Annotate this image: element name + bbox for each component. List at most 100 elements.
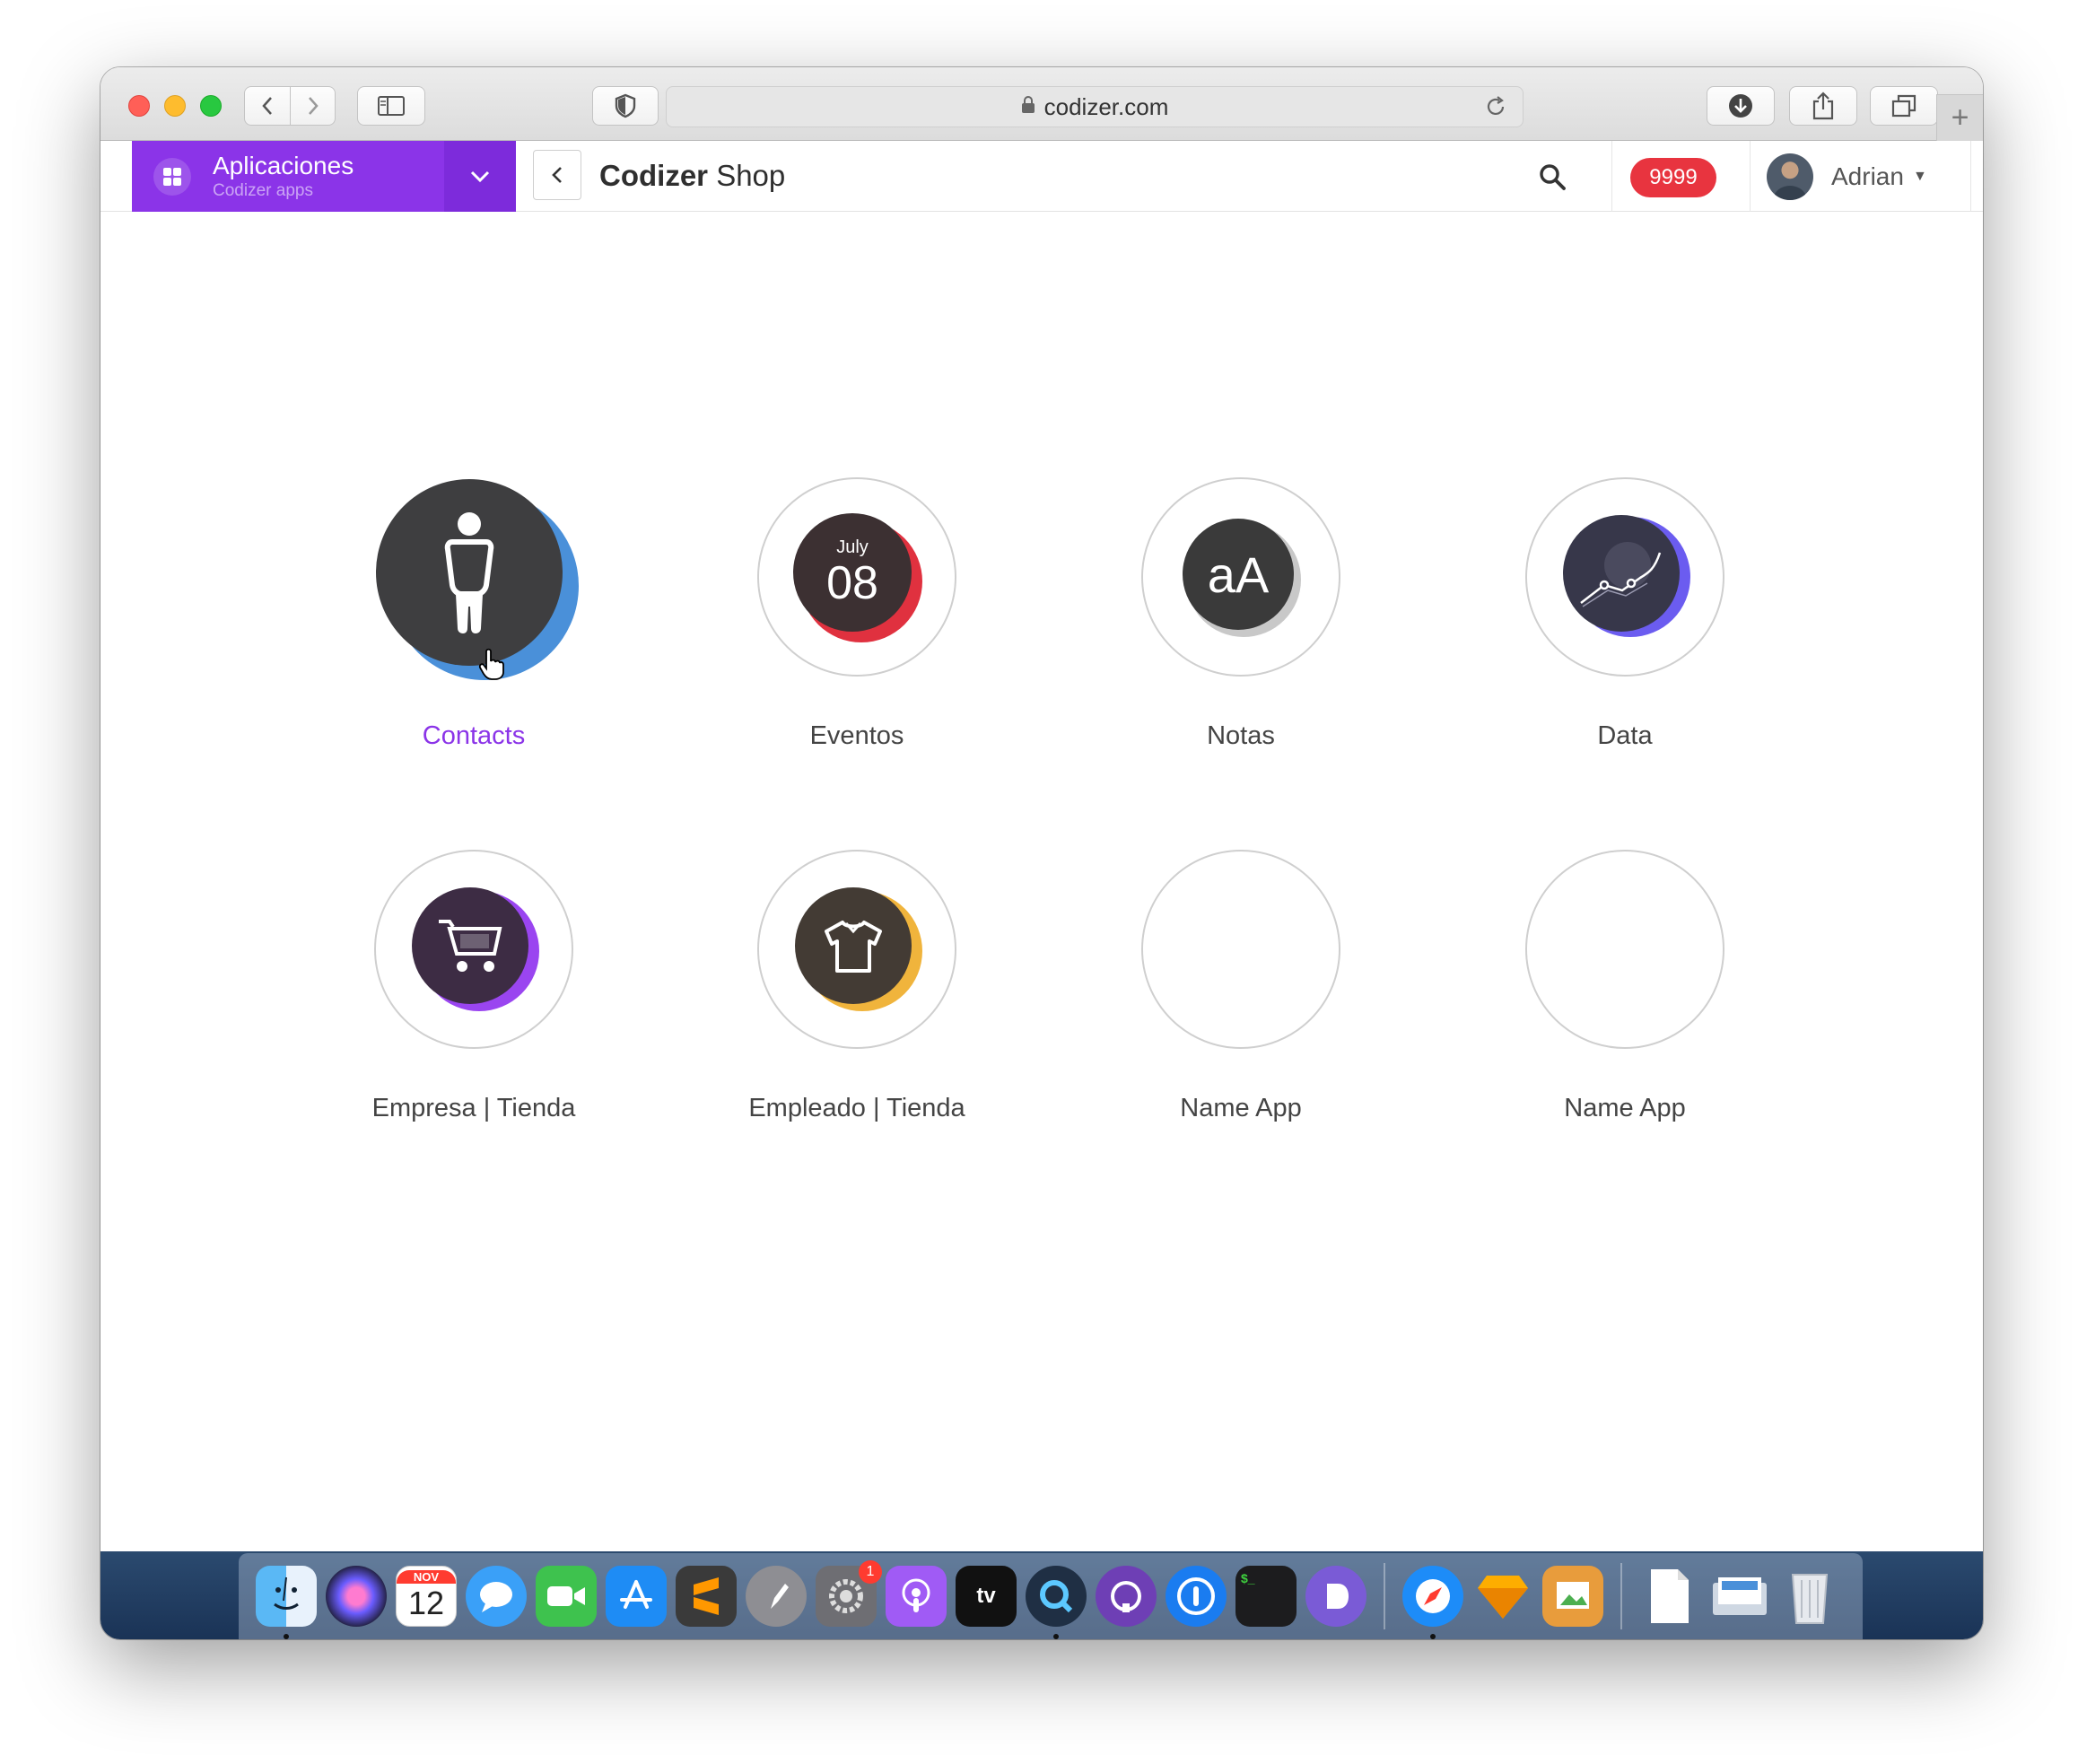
dock-calendar-day: 12	[407, 1584, 445, 1621]
finder-icon[interactable]	[256, 1566, 317, 1639]
downloads-stack-icon[interactable]	[1709, 1566, 1770, 1627]
preview-icon[interactable]	[1542, 1566, 1603, 1627]
app-icon-ring	[1141, 850, 1340, 1049]
share-button[interactable]	[1789, 86, 1857, 126]
browser-window: codizer.com + Aplicaciones Codizer apps	[100, 67, 1983, 1639]
user-name: Adrian	[1831, 162, 1904, 190]
app-tile-data[interactable]: Data	[1490, 477, 1759, 751]
user-menu[interactable]: Adrian ▼	[1767, 153, 1927, 200]
messages-icon[interactable]	[466, 1566, 527, 1627]
app-tile-eventos[interactable]: July 08 Eventos	[722, 477, 991, 751]
notification-badge[interactable]: 9999	[1630, 158, 1716, 197]
tv-label: tv	[976, 1584, 996, 1608]
apps-grid-icon	[153, 157, 191, 196]
dock-separator	[1384, 1563, 1385, 1629]
app-icon-ring	[374, 850, 573, 1049]
app-tile-empleado-tienda[interactable]: Empleado | Tienda	[722, 850, 991, 1123]
app-tile-placeholder[interactable]: Name App	[1490, 850, 1759, 1123]
app-label: Contacts	[422, 721, 526, 750]
chevron-down-icon	[470, 170, 490, 182]
app-tile-contacts[interactable]: Contacts	[339, 477, 608, 751]
apple-tv-icon[interactable]: tv	[956, 1566, 1017, 1627]
app-tile-placeholder[interactable]: Name App	[1106, 850, 1375, 1123]
quicktime-icon[interactable]	[1026, 1566, 1087, 1639]
app-tile-notas[interactable]: aA Notas	[1106, 477, 1375, 751]
app-label: Data	[1597, 721, 1653, 750]
download-icon	[1729, 94, 1752, 118]
notification-badge: 1	[859, 1560, 882, 1584]
new-tab-button[interactable]: +	[1936, 94, 1983, 141]
app-icon-ring: aA	[1141, 477, 1340, 677]
cart-icon	[412, 887, 528, 1004]
github-icon[interactable]	[1096, 1566, 1157, 1627]
1password-icon[interactable]	[1166, 1566, 1227, 1627]
search-button[interactable]	[1534, 159, 1570, 195]
app-header: Aplicaciones Codizer apps Codizer Shop 9…	[100, 141, 1983, 212]
trash-icon[interactable]	[1779, 1566, 1840, 1627]
system-preferences-icon[interactable]: 1	[816, 1560, 882, 1627]
running-indicator	[1430, 1634, 1436, 1639]
apps-subtitle: Codizer apps	[213, 181, 313, 201]
desktop-dock-area: NOV 12 1 tv $_	[100, 1551, 1983, 1639]
podcasts-icon[interactable]	[886, 1566, 947, 1627]
sidebar-toggle-button[interactable]	[357, 86, 425, 126]
sketch-icon[interactable]	[1472, 1566, 1533, 1627]
app-icon-ring: July 08	[757, 477, 956, 677]
privacy-report-button[interactable]	[592, 86, 659, 126]
shield-icon	[615, 93, 636, 118]
app-icon-ring	[757, 850, 956, 1049]
app-tile-empresa-tienda[interactable]: Empresa | Tienda	[339, 850, 608, 1123]
page-title-section: Shop	[716, 159, 786, 192]
running-indicator	[1053, 1634, 1059, 1639]
app-icon-ring	[1525, 477, 1724, 677]
app-label: Name App	[1180, 1094, 1302, 1122]
chevron-left-icon	[262, 97, 272, 115]
lock-icon	[1021, 95, 1035, 118]
dock-calendar-month: NOV	[397, 1569, 456, 1584]
tabs-icon	[1891, 94, 1916, 118]
siri-icon[interactable]	[326, 1566, 387, 1627]
app-label: Eventos	[809, 721, 904, 750]
terminal-icon[interactable]: $_	[1235, 1566, 1297, 1627]
avatar	[1767, 153, 1813, 200]
launchpad-icon[interactable]	[746, 1566, 807, 1627]
zoom-window-button[interactable]	[200, 95, 222, 117]
safari-icon[interactable]	[1402, 1566, 1463, 1639]
sidebar-icon	[378, 96, 405, 116]
tab-overview-button[interactable]	[1870, 86, 1938, 126]
person-icon	[376, 479, 563, 666]
calendar-day: 08	[826, 557, 878, 609]
browser-forward-button[interactable]	[290, 87, 335, 125]
calendar-month: July	[836, 537, 869, 557]
downloads-button[interactable]	[1707, 86, 1775, 126]
close-window-button[interactable]	[128, 95, 150, 117]
app-grid: Contacts July 08 Eventos aA Notas Data E…	[100, 212, 1983, 1620]
header-divider	[1970, 141, 1971, 212]
history-nav	[244, 86, 336, 126]
sublime-text-icon[interactable]	[676, 1566, 737, 1627]
page-title: Codizer Shop	[599, 159, 785, 193]
apps-switcher[interactable]: Aplicaciones Codizer apps	[132, 141, 516, 212]
document-icon[interactable]	[1639, 1566, 1700, 1627]
app-store-icon[interactable]	[606, 1566, 667, 1627]
calendar-app-icon[interactable]: NOV 12	[396, 1566, 457, 1627]
header-divider	[1750, 141, 1751, 212]
app-icon-ring	[1525, 850, 1724, 1049]
address-bar[interactable]: codizer.com	[666, 86, 1524, 127]
hand-cursor-icon	[478, 648, 504, 680]
minimize-window-button[interactable]	[164, 95, 186, 117]
caret-down-icon: ▼	[1912, 169, 1927, 184]
apps-dropdown-button[interactable]	[444, 141, 516, 212]
search-icon	[1540, 164, 1566, 190]
dash-icon[interactable]	[1305, 1566, 1366, 1627]
running-indicator	[284, 1634, 289, 1639]
browser-back-button[interactable]	[245, 87, 290, 125]
chart-icon	[1563, 515, 1680, 632]
reload-icon[interactable]	[1483, 94, 1508, 126]
facetime-icon[interactable]	[536, 1566, 597, 1627]
browser-toolbar: codizer.com +	[100, 67, 1983, 141]
back-button[interactable]	[533, 150, 581, 200]
share-icon	[1812, 92, 1834, 120]
app-icon-ring	[374, 477, 579, 680]
url-text: codizer.com	[1043, 92, 1169, 120]
